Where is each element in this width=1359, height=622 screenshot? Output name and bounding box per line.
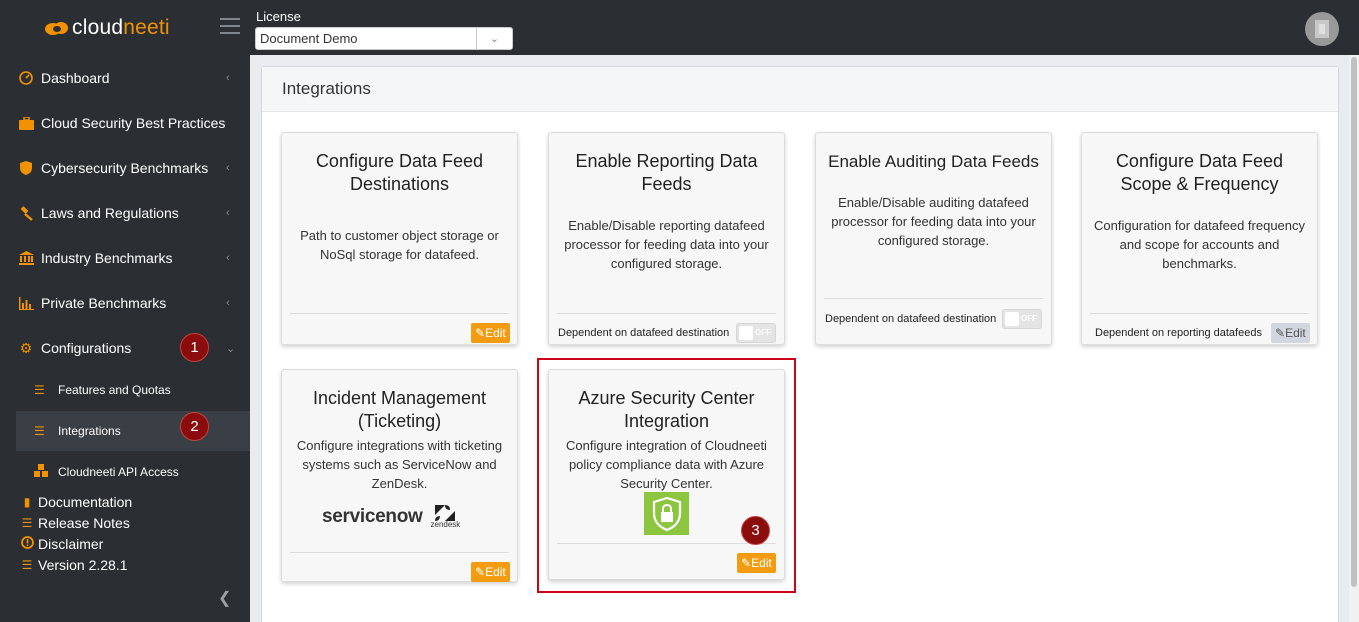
card-enable-reporting-data-feeds: Enable Reporting Data Feeds Enable/Disab… bbox=[548, 132, 785, 345]
sidebar-item-label: Laws and Regulations bbox=[41, 205, 179, 221]
footer-link-label: Documentation bbox=[38, 494, 133, 510]
chevron-left-icon: ‹ bbox=[226, 72, 230, 84]
vertical-scrollbar[interactable] bbox=[1349, 55, 1359, 622]
card-enable-auditing-data-feeds: Enable Auditing Data Feeds Enable/Disabl… bbox=[815, 132, 1052, 345]
chevron-left-icon: ‹ bbox=[226, 162, 230, 174]
card-incident-management: Incident Management (Ticketing) Configur… bbox=[281, 369, 518, 582]
sidebar: cloud neeti Dashboard ‹ Cloud Security Be… bbox=[0, 0, 250, 622]
sidebar-subitem-features-and-quotas[interactable]: ☰ Features and Quotas bbox=[16, 370, 250, 410]
chevron-down-icon: ⌄ bbox=[226, 342, 236, 355]
card-configure-data-feed-destinations: Configure Data Feed Destinations Path to… bbox=[281, 132, 518, 345]
footer-link-label: Release Notes bbox=[38, 515, 130, 531]
user-avatar[interactable] bbox=[1305, 12, 1339, 46]
auditing-datafeed-toggle[interactable]: OFF bbox=[1002, 309, 1042, 329]
card-description: Enable/Disable reporting datafeed proces… bbox=[564, 218, 769, 271]
highlight-box bbox=[537, 358, 796, 593]
chevron-left-icon: ‹ bbox=[226, 252, 230, 264]
footer-version: ☰ Version 2.28.1 bbox=[20, 555, 128, 575]
bar-chart-icon bbox=[18, 295, 34, 311]
exclamation-icon bbox=[20, 536, 34, 552]
logo-text-neeti: neeti bbox=[123, 16, 170, 39]
gear-icon: ⚙ bbox=[19, 339, 33, 356]
sidebar-item-label: Dashboard bbox=[41, 70, 110, 86]
dashboard-icon bbox=[18, 70, 34, 86]
gavel-icon bbox=[18, 205, 34, 221]
card-description: Enable/Disable auditing datafeed process… bbox=[831, 195, 1036, 248]
step-badge-3: 3 bbox=[741, 516, 770, 545]
cubes-icon bbox=[34, 464, 49, 480]
step-badge-1: 1 bbox=[180, 333, 209, 362]
sidebar-item-private-benchmarks[interactable]: Private Benchmarks ‹ bbox=[0, 281, 250, 325]
license-label: License bbox=[256, 9, 301, 24]
footer-link-disclaimer[interactable]: Disclaimer bbox=[20, 534, 103, 554]
chevron-left-icon: ‹ bbox=[226, 297, 230, 309]
sidebar-item-label: Cybersecurity Benchmarks bbox=[41, 160, 209, 176]
edit-button[interactable]: ✎ Edit bbox=[1271, 323, 1310, 343]
sidebar-item-cloud-security-best-practices[interactable]: Cloud Security Best Practices bbox=[0, 101, 250, 145]
edit-icon: ✎ bbox=[1275, 326, 1286, 340]
sidebar-item-industry-benchmarks[interactable]: Industry Benchmarks ‹ bbox=[0, 236, 250, 280]
list-icon: ☰ bbox=[34, 383, 45, 397]
sidebar-item-label: Industry Benchmarks bbox=[41, 250, 173, 266]
sidebar-item-label: Configurations bbox=[41, 340, 132, 356]
edit-button[interactable]: ✎ Edit bbox=[471, 562, 510, 582]
card-title: Configure Data Feed Scope & Frequency bbox=[1115, 151, 1284, 194]
version-label: Version 2.28.1 bbox=[38, 557, 128, 573]
sidebar-subitem-label: Features and Quotas bbox=[58, 383, 171, 397]
sidebar-collapse-icon[interactable]: ❮ bbox=[218, 588, 231, 608]
card-title: Enable Reporting Data Feeds bbox=[575, 151, 758, 194]
list-icon: ☰ bbox=[34, 424, 45, 438]
sidebar-subitem-integrations[interactable]: ☰ Integrations bbox=[16, 411, 250, 451]
list-alt-icon: ☰ bbox=[21, 558, 33, 572]
menu-toggle-icon[interactable] bbox=[220, 18, 240, 34]
page-title: Integrations bbox=[262, 67, 1338, 112]
license-dropdown-value: Document Demo bbox=[260, 31, 358, 46]
sidebar-item-cybersecurity-benchmarks[interactable]: Cybersecurity Benchmarks ‹ bbox=[0, 146, 250, 190]
shield-icon bbox=[18, 160, 34, 176]
sidebar-item-laws-and-regulations[interactable]: Laws and Regulations ‹ bbox=[0, 191, 250, 235]
servicenow-logo: servicenow bbox=[322, 505, 423, 527]
sidebar-item-label: Cloud Security Best Practices bbox=[41, 115, 226, 131]
sidebar-item-label: Private Benchmarks bbox=[41, 295, 167, 311]
chevron-left-icon: ‹ bbox=[226, 207, 230, 219]
footer-link-documentation[interactable]: ▮ Documentation bbox=[20, 492, 132, 512]
reporting-datafeed-toggle[interactable]: OFF bbox=[736, 323, 776, 343]
card-title: Incident Management (Ticketing) bbox=[312, 388, 487, 431]
sidebar-subitem-label: Integrations bbox=[58, 424, 121, 438]
dependency-note: Dependent on datafeed destination bbox=[825, 313, 997, 325]
book-icon: ▮ bbox=[23, 495, 31, 509]
sidebar-item-dashboard[interactable]: Dashboard ‹ bbox=[0, 56, 250, 100]
top-bar: License Document Demo ⌄ bbox=[250, 0, 1359, 55]
card-description: Configure integrations with ticketing sy… bbox=[296, 438, 503, 491]
sidebar-subitem-cloudneeti-api-access[interactable]: Cloudneeti API Access bbox=[16, 452, 250, 492]
bank-icon bbox=[18, 250, 34, 266]
footer-link-label: Disclaimer bbox=[38, 536, 104, 552]
zendesk-logo: zendesk bbox=[431, 504, 460, 529]
sidebar-item-configurations[interactable]: ⚙ Configurations ⌄ bbox=[0, 326, 250, 370]
briefcase-icon bbox=[18, 115, 34, 131]
license-dropdown[interactable]: Document Demo ⌄ bbox=[255, 27, 513, 50]
dependency-note: Dependent on reporting datafeeds bbox=[1095, 327, 1262, 339]
logo-text-cloud: cloud bbox=[72, 16, 124, 39]
cloudneeti-logo[interactable]: cloud neeti bbox=[44, 14, 170, 42]
card-title: Enable Auditing Data Feeds bbox=[828, 152, 1039, 171]
integration-logos: servicenow zendesk bbox=[322, 504, 460, 529]
dependency-note: Dependent on datafeed destination bbox=[558, 327, 730, 339]
cloud-logo-icon bbox=[45, 22, 68, 35]
chevron-down-icon: ⌄ bbox=[476, 28, 512, 49]
edit-icon: ✎ bbox=[475, 565, 486, 579]
footer-link-release-notes[interactable]: ☰ Release Notes bbox=[20, 513, 130, 533]
card-description: Configuration for datafeed frequency and… bbox=[1093, 218, 1306, 271]
card-configure-data-feed-scope-frequency: Configure Data Feed Scope & Frequency Co… bbox=[1081, 132, 1318, 345]
card-description: Path to customer object storage or NoSql… bbox=[300, 228, 499, 262]
list-icon: ☰ bbox=[21, 516, 33, 530]
step-badge-2: 2 bbox=[180, 412, 209, 441]
card-title: Configure Data Feed Destinations bbox=[315, 151, 484, 194]
sidebar-subitem-label: Cloudneeti API Access bbox=[58, 465, 179, 479]
edit-icon: ✎ bbox=[475, 326, 486, 340]
edit-button[interactable]: ✎ Edit bbox=[471, 323, 510, 343]
